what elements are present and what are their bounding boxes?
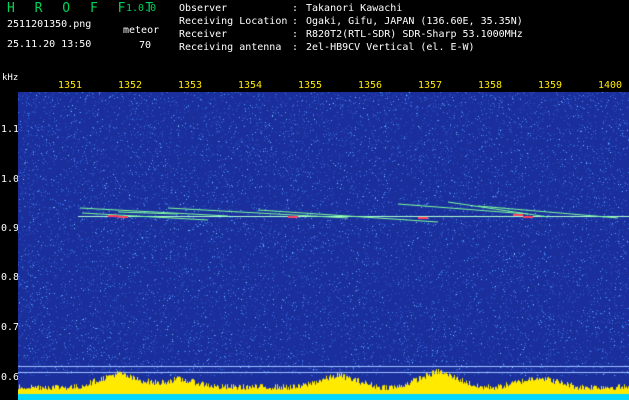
- detection-count: 70: [139, 40, 152, 51]
- spectrogram-canvas[interactable]: [18, 92, 629, 400]
- observer-label: Observer: [179, 3, 228, 14]
- receiver-colon: :: [292, 29, 299, 40]
- detection-mode: meteor: [123, 25, 160, 36]
- receiver-value: R820T2(RTL-SDR) SDR-Sharp 53.1000MHz: [306, 29, 523, 40]
- x-tick-label: 1351: [57, 80, 83, 91]
- receiver-label: Receiver: [179, 29, 228, 40]
- y-tick-label: 1.0: [1, 174, 20, 185]
- x-tick-label: 1357: [417, 80, 443, 91]
- observer-value: Takanori Kawachi: [306, 3, 403, 14]
- x-tick-label: 1353: [177, 80, 203, 91]
- capture-datetime: 25.11.20 13:50: [7, 39, 92, 50]
- antenna-value: 2el-HB9CV Vertical (el. E-W): [306, 42, 475, 53]
- x-tick-label: 1400: [597, 80, 623, 91]
- x-tick-label: 1356: [357, 80, 383, 91]
- location-value: Ogaki, Gifu, JAPAN (136.60E, 35.35N): [306, 16, 523, 27]
- location-colon: :: [292, 16, 299, 27]
- y-tick-label: 0.6: [1, 372, 20, 383]
- y-tick-label: 1.1: [1, 124, 20, 135]
- x-tick-label: 1359: [537, 80, 563, 91]
- antenna-colon: :: [292, 42, 299, 53]
- location-label: Receiving Location: [179, 16, 288, 27]
- y-tick-label: 0.7: [1, 322, 20, 333]
- header-panel: H R O F F T 1.0.0 2511201350.png 25.11.2…: [0, 0, 629, 74]
- observer-colon: :: [292, 3, 299, 14]
- x-tick-label: 1352: [117, 80, 143, 91]
- file-name: 2511201350.png: [7, 19, 92, 30]
- y-axis-unit: kHz: [2, 73, 19, 83]
- x-tick-label: 1358: [477, 80, 503, 91]
- x-tick-label: 1354: [237, 80, 263, 91]
- y-tick-label: 0.8: [1, 272, 20, 283]
- x-tick-label: 1355: [297, 80, 323, 91]
- antenna-label: Receiving antenna: [179, 42, 282, 53]
- app-version: 1.0.0: [126, 3, 157, 14]
- y-tick-label: 0.9: [1, 223, 20, 234]
